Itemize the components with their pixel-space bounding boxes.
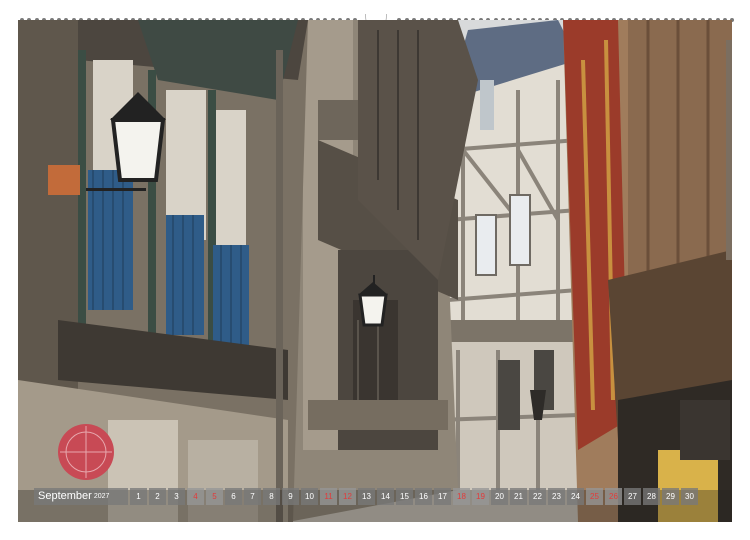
- day-cell: 30: [681, 488, 698, 505]
- day-cell: 7: [244, 488, 261, 505]
- calendar-strip: September 2027 1 2 3 4 5 6 7 8 9 10 11 12 13 14 15 16 17 1…: [34, 487, 716, 506]
- day-cell: 3: [168, 488, 185, 505]
- day-cell: 29: [662, 488, 679, 505]
- day-cell: 1: [130, 488, 147, 505]
- day-cell: 6: [225, 488, 242, 505]
- day-cell: 8: [263, 488, 280, 505]
- day-cell: 26: [605, 488, 622, 505]
- day-cell: 24: [567, 488, 584, 505]
- day-cell: 17: [434, 488, 451, 505]
- day-cell: 4: [187, 488, 204, 505]
- center-stone-building: [288, 20, 478, 522]
- day-cells: 1 2 3 4 5 6 7 8 9 10 11 12 13 14 15 16 17 18 19 20 21 22 23 24 2…: [130, 488, 698, 505]
- day-cell: 16: [415, 488, 432, 505]
- month-label: September 2027: [34, 488, 128, 505]
- day-cell: 28: [643, 488, 660, 505]
- day-cell: 10: [301, 488, 318, 505]
- year-label: 2027: [93, 493, 110, 500]
- day-cell: 25: [586, 488, 603, 505]
- month-name: September: [38, 490, 92, 502]
- right-timber-house: [563, 20, 732, 522]
- day-cell: 23: [548, 488, 565, 505]
- day-cell: 22: [529, 488, 546, 505]
- calendar-page: September 2027 1 2 3 4 5 6 7 8 9 10 11 12 13 14 15 16 17 1…: [0, 0, 750, 540]
- day-cell: 12: [339, 488, 356, 505]
- day-cell: 27: [624, 488, 641, 505]
- day-cell: 21: [510, 488, 527, 505]
- street-scene: [18, 20, 732, 522]
- day-cell: 20: [491, 488, 508, 505]
- left-timber-house: [18, 20, 308, 522]
- day-cell: 9: [282, 488, 299, 505]
- street-photo: [18, 20, 732, 522]
- day-cell: 15: [396, 488, 413, 505]
- day-cell: 2: [149, 488, 166, 505]
- day-cell: 19: [472, 488, 489, 505]
- day-cell: 5: [206, 488, 223, 505]
- day-cell: 18: [453, 488, 470, 505]
- day-cell: 14: [377, 488, 394, 505]
- day-cell: 11: [320, 488, 337, 505]
- day-cell: 13: [358, 488, 375, 505]
